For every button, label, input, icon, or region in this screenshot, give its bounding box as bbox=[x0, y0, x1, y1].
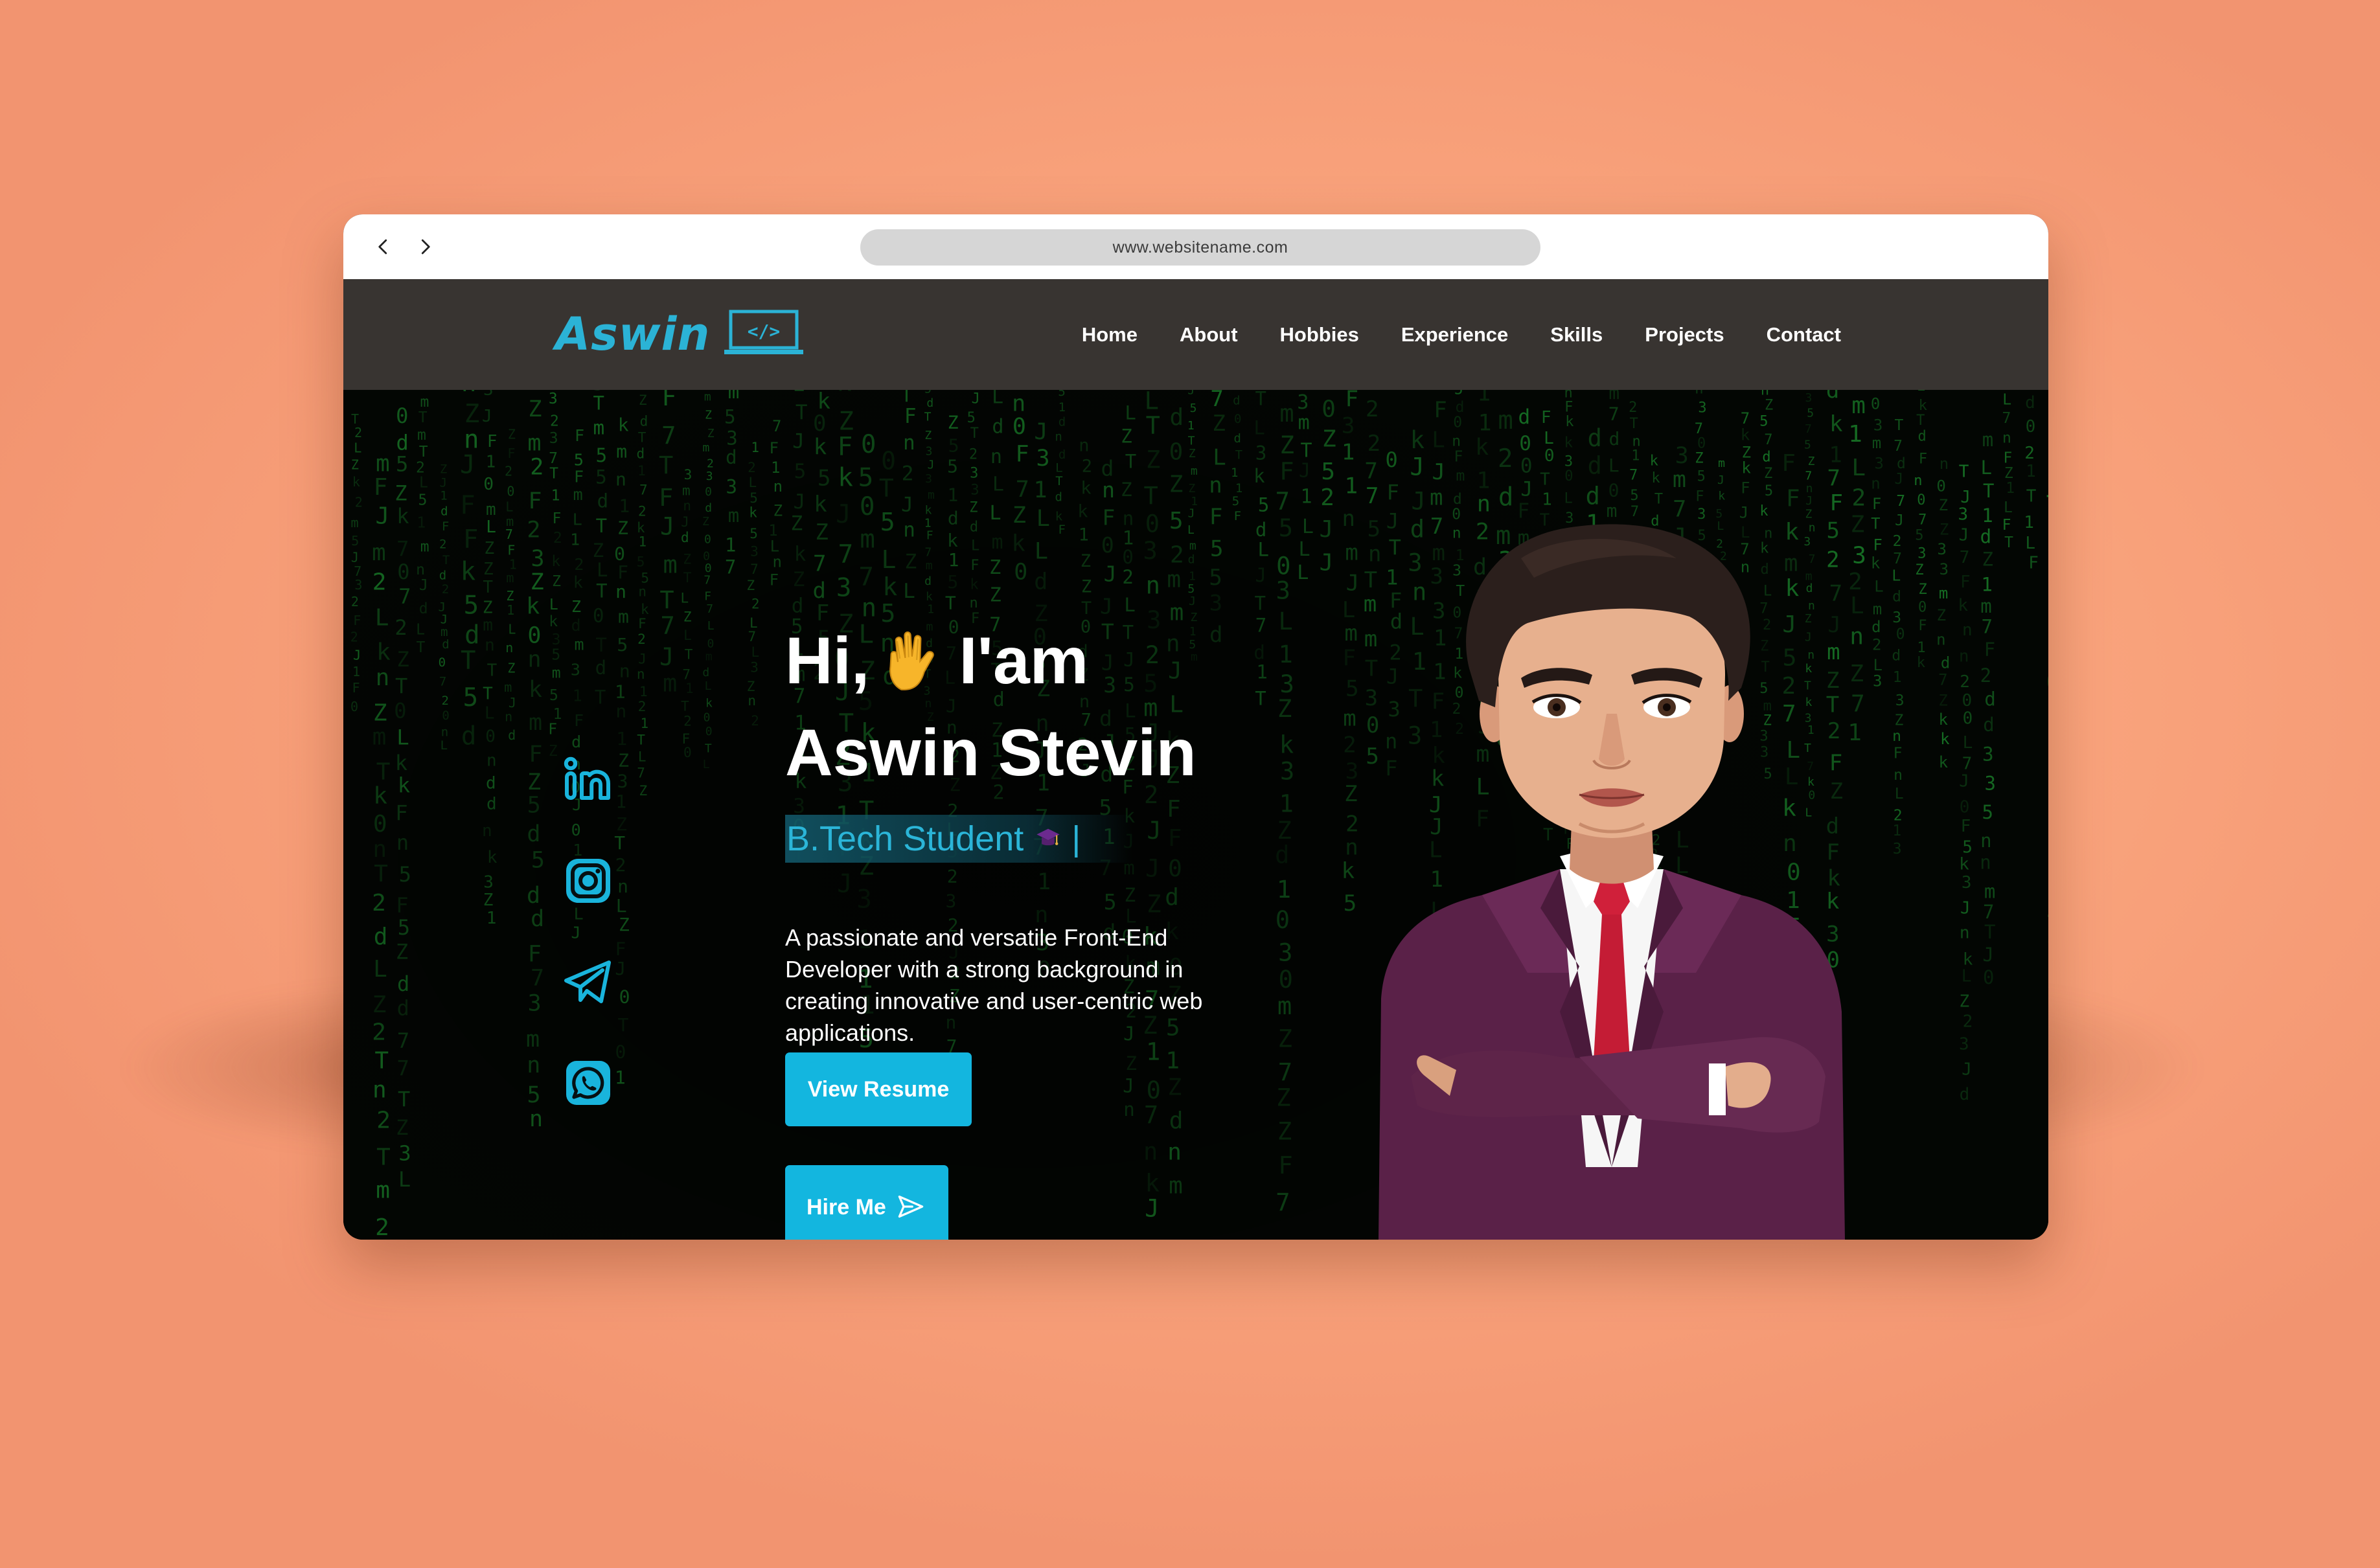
nav-hobbies[interactable]: Hobbies bbox=[1280, 323, 1359, 347]
instagram-icon[interactable] bbox=[561, 854, 615, 908]
whatsapp-icon[interactable] bbox=[561, 1056, 615, 1110]
chevron-left-icon[interactable] bbox=[369, 233, 398, 261]
site-header: Aswin </> Home About Hobbies Experience … bbox=[343, 279, 2048, 390]
main-navigation: Home About Hobbies Experience Skills Pro… bbox=[1056, 279, 1841, 390]
nav-projects[interactable]: Projects bbox=[1645, 323, 1724, 347]
site-logo[interactable]: Aswin </> bbox=[555, 302, 805, 360]
greeting-iam: I'am bbox=[959, 624, 1089, 698]
laptop-code-icon: </> bbox=[724, 310, 804, 354]
hero-bio: A passionate and versatile Front-End Dev… bbox=[785, 924, 1203, 1046]
cartoon-avatar-illustration bbox=[1379, 524, 1845, 1240]
hero-section: T2LZk2m5J732F2J1F0mFJm2LknZmTk0nT2dLZ2Tn… bbox=[343, 390, 2048, 1240]
greeting-heading: Hi, I'am bbox=[785, 623, 1088, 699]
nav-skills[interactable]: Skills bbox=[1550, 323, 1603, 347]
hire-me-label: Hire Me bbox=[807, 1195, 886, 1220]
graduation-cap-icon bbox=[1036, 828, 1060, 846]
greeting-hi: Hi, bbox=[785, 624, 870, 698]
svg-text:</>: </> bbox=[748, 321, 781, 342]
browser-toolbar: www.websitename.com bbox=[343, 214, 2048, 279]
address-bar[interactable]: www.websitename.com bbox=[860, 229, 1540, 266]
nav-about[interactable]: About bbox=[1180, 323, 1238, 347]
logo-text: Aswin bbox=[555, 308, 711, 361]
chevron-right-icon[interactable] bbox=[411, 233, 439, 261]
role-text: B.Tech Student bbox=[786, 819, 1024, 858]
view-resume-label: View Resume bbox=[807, 1076, 950, 1102]
address-text: www.websitename.com bbox=[1112, 238, 1288, 256]
nav-contact[interactable]: Contact bbox=[1767, 323, 1841, 347]
typing-cursor: | bbox=[1071, 819, 1081, 858]
waving-hand-icon bbox=[889, 631, 935, 690]
browser-window: www.websitename.com Aswin </> Home About… bbox=[343, 214, 2048, 1240]
hero-name: Aswin Stevin bbox=[785, 716, 1196, 790]
send-icon bbox=[898, 1195, 924, 1218]
linkedin-icon[interactable] bbox=[561, 753, 615, 807]
nav-home[interactable]: Home bbox=[1082, 323, 1138, 347]
social-links bbox=[561, 753, 615, 1157]
view-resume-button[interactable]: View Resume bbox=[785, 1052, 972, 1126]
nav-experience[interactable]: Experience bbox=[1401, 323, 1508, 347]
telegram-icon[interactable] bbox=[561, 955, 615, 1009]
role-typewriter: B.Tech Student | bbox=[785, 815, 1133, 863]
hire-me-button[interactable]: Hire Me bbox=[785, 1165, 948, 1240]
